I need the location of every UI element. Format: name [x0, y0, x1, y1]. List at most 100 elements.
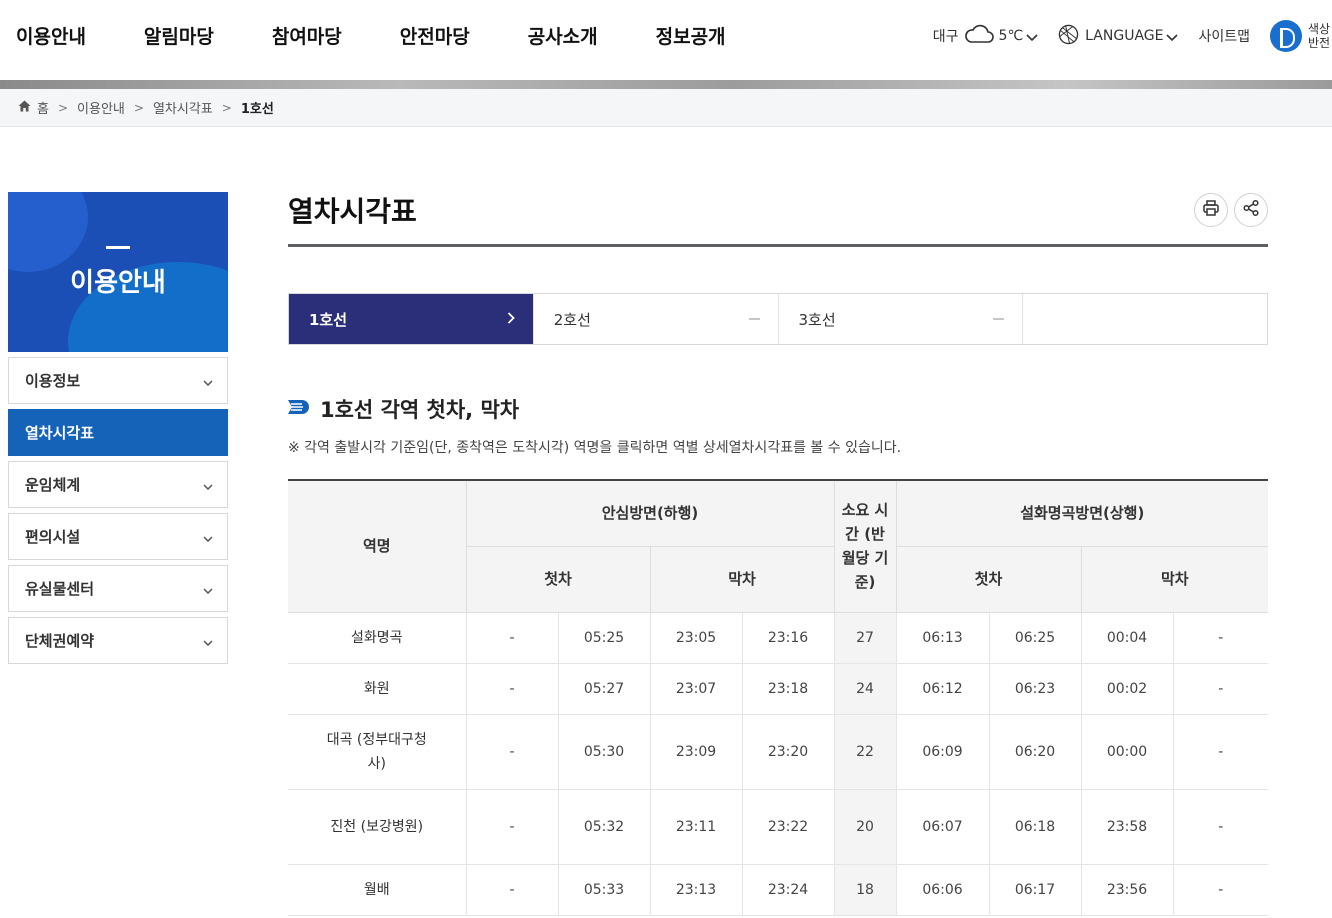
nav-about[interactable]: 공사소개 [528, 22, 598, 49]
time-cell: 00:00 [1080, 713, 1174, 790]
sidebar-item-label: 운임체계 [25, 476, 81, 494]
sidebar-item-fares[interactable]: 운임체계 [8, 461, 228, 508]
line-tabs: 1호선 2호선 3호선 [288, 293, 1268, 345]
tab-line-3[interactable]: 3호선 [779, 294, 1024, 344]
time-cell: 06:09 [895, 713, 990, 790]
time-cell: 05:27 [557, 662, 651, 715]
chevron-down-icon [203, 372, 213, 390]
station-link[interactable]: 설화명곡 [288, 611, 467, 664]
sitemap-link[interactable]: 사이트맵 [1198, 26, 1250, 46]
time-cell: 06:23 [988, 662, 1082, 715]
duration-cell: 27 [833, 611, 897, 664]
breadcrumb-guide[interactable]: 이용안내 [77, 98, 125, 117]
page-title: 열차시각표 [288, 195, 417, 228]
time-cell: 23:56 [1080, 863, 1174, 916]
minus-icon [748, 318, 760, 320]
col-up-last: 막차 [1080, 545, 1269, 613]
chevron-right-icon [507, 310, 515, 328]
station-link[interactable]: 월배 [288, 863, 467, 916]
tab-label: 3호선 [798, 310, 836, 329]
tab-line-1[interactable]: 1호선 [289, 294, 534, 344]
time-cell: 23:05 [649, 611, 743, 664]
nav-info[interactable]: 정보공개 [656, 22, 726, 49]
sidebar-item-label: 단체권예약 [25, 632, 95, 650]
time-cell: 23:11 [649, 788, 743, 865]
breadcrumb-current: 1호선 [240, 102, 274, 117]
chevron-down-icon [203, 476, 213, 494]
sidebar-item-usage-info[interactable]: 이용정보 [8, 357, 228, 404]
col-up-first: 첫차 [895, 545, 1082, 613]
breadcrumb-timetable[interactable]: 열차시각표 [153, 98, 213, 117]
chevron-right-icon: > [221, 100, 232, 115]
chevron-down-icon[interactable] [1166, 27, 1179, 46]
time-cell: 23:16 [741, 611, 835, 664]
share-icon [1242, 199, 1260, 221]
time-cell: 23:07 [649, 662, 743, 715]
sidebar-item-label: 이용정보 [25, 372, 81, 390]
duration-cell: 22 [833, 713, 897, 790]
time-cell: - [1172, 713, 1269, 790]
sidebar-item-timetable[interactable]: 열차시각표 [8, 409, 228, 456]
col-down-first: 첫차 [466, 545, 651, 613]
time-cell: 06:13 [895, 611, 990, 664]
nav-participation[interactable]: 참여마당 [272, 22, 342, 49]
table-row: 설화명곡 - 05:25 23:05 23:16 27 06:13 06:25 … [288, 611, 1269, 664]
section-title: 1호선 각역 첫차, 막차 [320, 398, 520, 422]
chevron-down-icon[interactable] [1026, 27, 1038, 46]
time-cell: 23:20 [741, 713, 835, 790]
time-cell: 06:12 [895, 662, 990, 715]
breadcrumb-home[interactable]: 홈 [37, 98, 49, 117]
time-cell: - [465, 863, 559, 916]
share-button[interactable] [1234, 193, 1268, 227]
time-cell: 00:02 [1080, 662, 1174, 715]
contrast-toggle[interactable]: 색상반전 [1270, 20, 1332, 52]
station-link[interactable]: 진천 (보강병원) [288, 788, 467, 865]
home-icon[interactable] [18, 100, 31, 116]
globe-icon [1058, 24, 1079, 49]
nav-notice[interactable]: 알림마당 [144, 22, 214, 49]
time-cell: 23:24 [741, 863, 835, 916]
tab-empty [1023, 294, 1267, 344]
duration-cell: 20 [833, 788, 897, 865]
time-cell: 06:07 [895, 788, 990, 865]
time-cell: 05:32 [557, 788, 651, 865]
col-duration-label: 소요 시간 (반월당 기준) [841, 501, 889, 592]
header-banner [0, 80, 1332, 89]
sidebar-item-facilities[interactable]: 편의시설 [8, 513, 228, 560]
chevron-right-icon: > [57, 100, 69, 115]
print-button[interactable] [1194, 193, 1228, 227]
sidebar-item-label: 편의시설 [25, 528, 81, 546]
time-cell: - [465, 713, 559, 790]
time-cell: 05:33 [557, 863, 651, 916]
table-row: 월배 - 05:33 23:13 23:24 18 06:06 06:17 23… [288, 863, 1269, 916]
time-cell: 23:09 [649, 713, 743, 790]
nav-safety[interactable]: 안전마당 [400, 22, 470, 49]
time-cell: 23:18 [741, 662, 835, 715]
chevron-down-icon [203, 528, 213, 546]
tab-line-2[interactable]: 2호선 [534, 294, 779, 344]
station-link[interactable]: 대곡 (정부대구청사) [288, 713, 467, 790]
cloud-icon [963, 23, 995, 49]
duration-cell: 18 [833, 863, 897, 916]
weather-city: 대구 [932, 29, 959, 45]
time-cell: - [465, 662, 559, 715]
sidebar-item-label: 열차시각표 [25, 424, 95, 442]
sidebar-item-lost-found[interactable]: 유실물센터 [8, 565, 228, 612]
time-cell: 06:17 [988, 863, 1082, 916]
time-cell: - [465, 788, 559, 865]
time-cell: - [1172, 662, 1269, 715]
metro-logo-icon [288, 397, 312, 421]
minus-icon [993, 318, 1005, 320]
col-down-last: 막차 [649, 545, 835, 613]
time-cell: 23:13 [649, 863, 743, 916]
title-divider [288, 244, 1268, 247]
nav-guide[interactable]: 이용안내 [16, 22, 86, 49]
sidebar-title: 이용안내 [70, 268, 166, 298]
time-cell: - [1172, 788, 1269, 865]
language-button[interactable]: LANGUAGE [1085, 28, 1163, 44]
sidebar-item-group-ticket[interactable]: 단체권예약 [8, 617, 228, 664]
station-link[interactable]: 화원 [288, 662, 467, 715]
timetable: 역명 안심방면(하행) 소요 시간 (반월당 기준) 설화명곡방면(상행) 첫차… [288, 479, 1269, 916]
decorative-shape [8, 192, 88, 272]
chevron-down-icon [203, 580, 213, 598]
